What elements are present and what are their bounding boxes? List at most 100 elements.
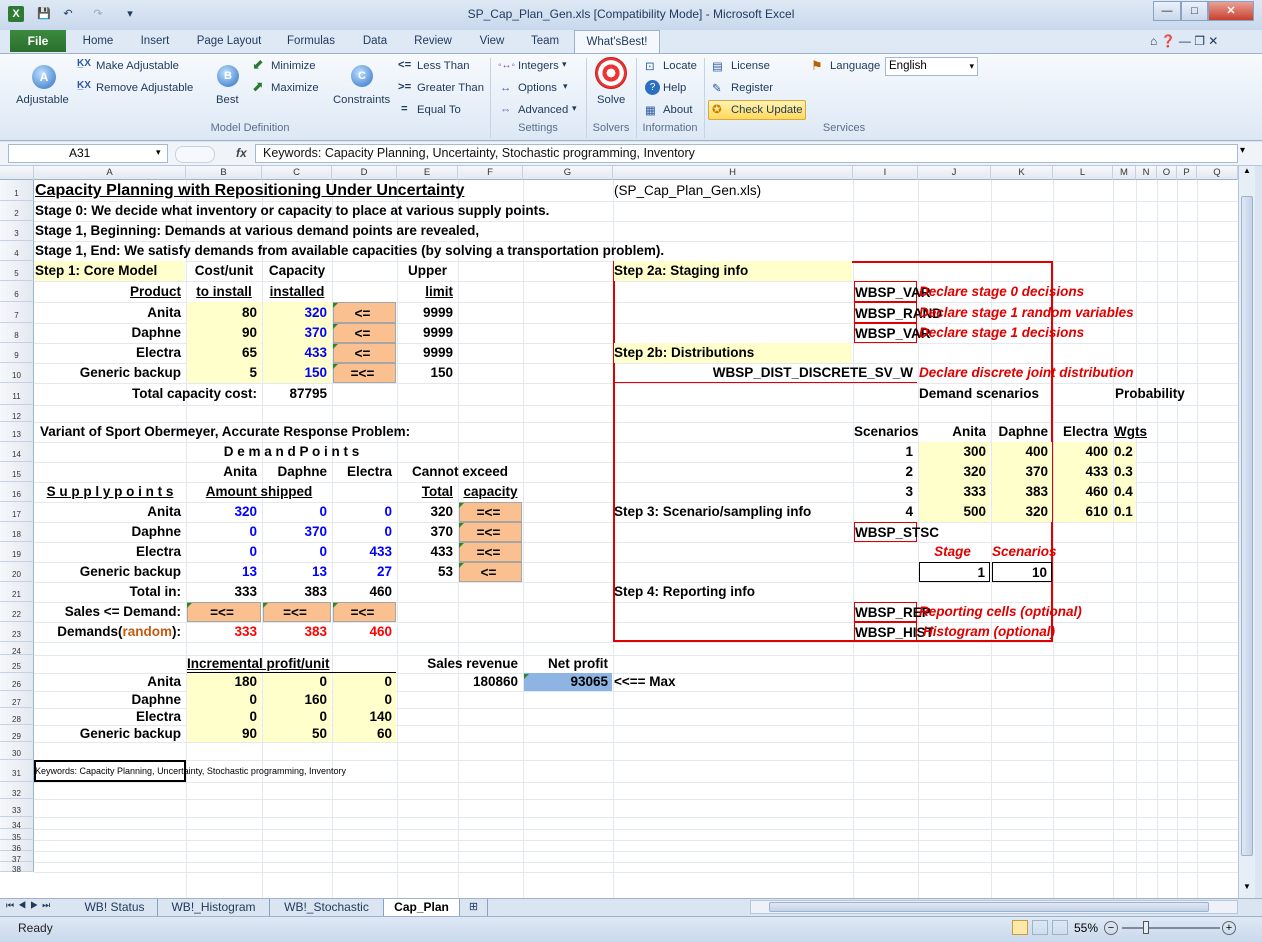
row-header-5[interactable]: 5 [0,261,34,281]
ship-daphne[interactable]: 13 [263,562,331,582]
tab-formulas[interactable]: Formulas [280,30,342,54]
less-than-button[interactable]: Less Than [417,60,470,72]
scroll-down-icon[interactable]: ▼ [1240,882,1254,896]
capacity2-header[interactable]: capacity [459,482,522,502]
total-in-label[interactable]: Total in: [35,582,185,602]
electra-col-header[interactable]: Electra [333,462,396,482]
demand-scenarios-header[interactable]: Demand scenarios [919,383,1052,405]
capacity-constraint[interactable]: =<= [333,363,396,383]
cost-unit-header[interactable]: Cost/unit [187,261,261,281]
column-header-d[interactable]: D [332,166,397,180]
cost-value[interactable]: 80 [187,302,261,323]
sheet-tab-wb-status[interactable]: WB! Status [72,899,158,916]
profit-electra[interactable]: 60 [333,725,396,742]
variant-cell[interactable]: Variant of Sport Obermeyer, Accurate Res… [35,422,522,442]
row-header-23[interactable]: 23 [0,622,34,642]
profit-anita[interactable]: 180 [187,673,261,691]
ship-daphne[interactable]: 370 [263,522,331,542]
row-header-7[interactable]: 7 [0,302,34,323]
demand-points-header[interactable]: D e m a n d P o i n t s [187,442,396,462]
scroll-up-icon[interactable]: ▲ [1240,166,1254,180]
scenario-electra[interactable]: 400 [1054,442,1112,462]
sales-constraint[interactable]: =<= [333,602,396,622]
total-in-value[interactable]: 460 [333,582,396,602]
profit-daphne[interactable]: 160 [263,691,331,708]
tab-page-layout[interactable]: Page Layout [192,30,266,54]
ship-constraint[interactable]: =<= [459,522,522,542]
supply-points-header[interactable]: S u p p l y p o i n t s [35,482,185,502]
greater-than-button[interactable]: Greater Than [417,82,484,94]
histogram-opt-cell[interactable]: Histogram (optional) [919,622,1112,642]
scenario-daphne[interactable]: 320 [992,502,1052,522]
row-header-17[interactable]: 17 [0,502,34,522]
profit-anita[interactable]: 90 [187,725,261,742]
scenario-anita[interactable]: 300 [919,442,990,462]
filename-cell[interactable]: (SP_Cap_Plan_Gen.xls) [614,180,917,201]
scenario-prob[interactable]: 0.4 [1114,482,1135,502]
row-header-14[interactable]: 14 [0,442,34,462]
column-header-f[interactable]: F [458,166,523,180]
column-header-c[interactable]: C [262,166,332,180]
page-layout-view-icon[interactable] [1032,920,1048,935]
remove-adjustable-button[interactable]: Remove Adjustable [96,82,193,94]
row-header-12[interactable]: 12 [0,405,34,422]
daphne-scen-header[interactable]: Daphne [992,422,1052,442]
normal-view-icon[interactable] [1012,920,1028,935]
probability-header[interactable]: Probability [1115,383,1185,405]
scenario-daphne[interactable]: 370 [992,462,1052,482]
row-header-37[interactable]: 37 [0,851,34,864]
row-header-13[interactable]: 13 [0,422,34,442]
scroll-thumb[interactable] [1241,196,1253,856]
product-name[interactable]: Anita [35,302,185,323]
language-select[interactable]: English ▾ [885,57,978,76]
profit-name[interactable]: Generic backup [35,725,185,742]
row-header-4[interactable]: 4 [0,241,34,261]
scenario-anita[interactable]: 333 [919,482,990,502]
anita-col-header[interactable]: Anita [187,462,261,482]
insert-function-icon[interactable]: fx [236,146,247,160]
row-header-20[interactable]: 20 [0,562,34,582]
column-header-k[interactable]: K [991,166,1053,180]
page-break-view-icon[interactable] [1052,920,1068,935]
register-button[interactable]: Register [731,82,773,94]
profit-name[interactable]: Anita [35,673,185,691]
ship-total[interactable]: 53 [398,562,457,582]
minimize-button[interactable]: — [1153,1,1181,21]
ship-constraint[interactable]: =<= [459,502,522,522]
step4-cell[interactable]: Step 4: Reporting info [614,582,917,602]
capacity-constraint[interactable]: <= [333,323,396,343]
row-header-26[interactable]: 26 [0,673,34,691]
wbsp-dist-cell[interactable]: WBSP_DIST_DISCRETE_SV_W [614,363,917,383]
total-in-value[interactable]: 383 [263,582,331,602]
row-header-32[interactable]: 32 [0,782,34,799]
ship-total[interactable]: 433 [398,542,457,562]
scenario-electra[interactable]: 610 [1054,502,1112,522]
tab-view[interactable]: View [472,30,512,54]
step2a-cell[interactable]: Step 2a: Staging info [614,261,852,281]
capacity-header[interactable]: Capacity [263,261,331,281]
sheet-tab-wb-histogram[interactable]: WB!_Histogram [158,899,270,916]
row-header-21[interactable]: 21 [0,582,34,602]
formula-separator-handle[interactable] [175,146,215,163]
product-name[interactable]: Generic backup [35,363,185,383]
ship-electra[interactable]: 433 [333,542,396,562]
row-header-9[interactable]: 9 [0,343,34,363]
daphne-col-header[interactable]: Daphne [263,462,331,482]
step3-cell[interactable]: Step 3: Scenario/sampling info [614,502,917,522]
horizontal-scrollbar[interactable] [750,900,1238,914]
ship-anita[interactable]: 0 [187,522,261,542]
formula-input[interactable]: Keywords: Capacity Planning, Uncertainty… [255,144,1238,163]
ship-constraint[interactable]: =<= [459,542,522,562]
reporting-cells-cell[interactable]: Reporting cells (optional) [919,602,1112,622]
amount-shipped-header[interactable]: Amount shipped [187,482,331,502]
anita-scen-header[interactable]: Anita [919,422,990,442]
sales-constraint[interactable]: =<= [263,602,331,622]
ship-electra[interactable]: 27 [333,562,396,582]
installed-header[interactable]: installed [263,281,331,302]
supply-name[interactable]: Electra [35,542,185,562]
adjustable-button[interactable]: Adjustable [16,94,69,106]
expand-formula-icon[interactable]: ▾ [1240,145,1245,156]
maximize-button[interactable]: □ [1181,1,1208,21]
ship-total[interactable]: 320 [398,502,457,522]
stage1e-cell[interactable]: Stage 1, End: We satisfy demands from av… [35,241,917,261]
